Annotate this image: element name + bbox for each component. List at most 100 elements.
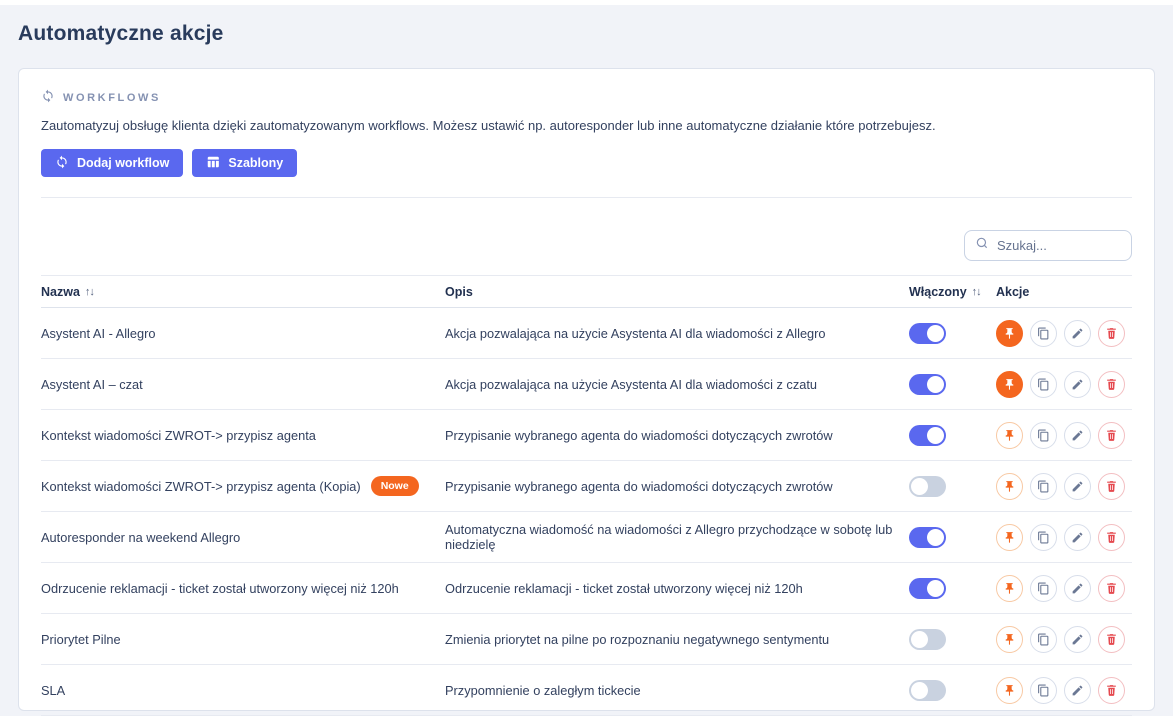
edit-button[interactable] [1064, 626, 1091, 653]
workflow-name: Kontekst wiadomości ZWROT-> przypisz age… [41, 479, 361, 494]
delete-button[interactable] [1098, 371, 1125, 398]
pin-icon [1003, 429, 1016, 442]
workflow-description: Automatyczna wiadomość na wiadomości z A… [445, 522, 909, 552]
workflow-description: Odrzucenie reklamacji - ticket został ut… [445, 581, 909, 596]
workflow-description: Akcja pozwalająca na użycie Asystenta AI… [445, 377, 909, 392]
delete-button[interactable] [1098, 473, 1125, 500]
delete-button[interactable] [1098, 575, 1125, 602]
pin-icon [1003, 327, 1016, 340]
pencil-icon [1071, 429, 1084, 442]
copy-icon [1037, 582, 1050, 595]
copy-button[interactable] [1030, 422, 1057, 449]
workflow-name: Priorytet Pilne [41, 632, 121, 647]
edit-button[interactable] [1064, 320, 1091, 347]
sort-icon[interactable]: ↑↓ [972, 286, 981, 298]
trash-icon [1105, 480, 1118, 493]
copy-icon [1037, 480, 1050, 493]
copy-button[interactable] [1030, 320, 1057, 347]
enabled-toggle[interactable] [909, 680, 946, 701]
pencil-icon [1071, 327, 1084, 340]
toggle-knob [911, 631, 928, 648]
header-description: Opis [445, 285, 909, 299]
delete-button[interactable] [1098, 422, 1125, 449]
add-workflow-button[interactable]: Dodaj workflow [41, 149, 183, 177]
copy-button[interactable] [1030, 473, 1057, 500]
pin-button[interactable] [996, 575, 1023, 602]
workflow-name: Asystent AI – czat [41, 377, 143, 392]
header-enabled[interactable]: Włączony ↑↓ [909, 285, 996, 299]
toggle-knob [927, 580, 944, 597]
copy-icon [1037, 531, 1050, 544]
copy-icon [1037, 684, 1050, 697]
pin-button[interactable] [996, 524, 1023, 551]
pin-button[interactable] [996, 473, 1023, 500]
copy-button[interactable] [1030, 371, 1057, 398]
trash-icon [1105, 327, 1118, 340]
trash-icon [1105, 582, 1118, 595]
pin-button[interactable] [996, 626, 1023, 653]
edit-button[interactable] [1064, 371, 1091, 398]
trash-icon [1105, 378, 1118, 391]
search-input[interactable] [997, 238, 1121, 253]
workflow-description: Zmienia priorytet na pilne po rozpoznani… [445, 632, 909, 647]
table-row: Priorytet Pilne Zmienia priorytet na pil… [41, 614, 1132, 665]
delete-button[interactable] [1098, 320, 1125, 347]
edit-button[interactable] [1064, 677, 1091, 704]
workflow-name: Odrzucenie reklamacji - ticket został ut… [41, 581, 399, 596]
edit-button[interactable] [1064, 422, 1091, 449]
enabled-toggle[interactable] [909, 374, 946, 395]
section-label-text: WORKFLOWS [63, 92, 161, 104]
pin-button[interactable] [996, 371, 1023, 398]
search-box[interactable] [964, 230, 1132, 261]
pin-button[interactable] [996, 320, 1023, 347]
delete-button[interactable] [1098, 677, 1125, 704]
sort-icon[interactable]: ↑↓ [85, 286, 94, 298]
enabled-toggle[interactable] [909, 476, 946, 497]
table-row: Kontekst wiadomości ZWROT-> przypisz age… [41, 461, 1132, 512]
workflow-description: Przypomnienie o zaległym tickecie [445, 683, 909, 698]
pencil-icon [1071, 684, 1084, 697]
button-row: Dodaj workflow Szablony [41, 149, 1132, 177]
delete-button[interactable] [1098, 524, 1125, 551]
pencil-icon [1071, 480, 1084, 493]
toggle-knob [911, 682, 928, 699]
header-actions: Akcje [996, 285, 1132, 299]
search-row [41, 230, 1132, 261]
toggle-knob [927, 376, 944, 393]
copy-icon [1037, 378, 1050, 391]
enabled-toggle[interactable] [909, 425, 946, 446]
pin-button[interactable] [996, 422, 1023, 449]
table-row: SLA Przypomnienie o zaległym tickecie [41, 665, 1132, 716]
trash-icon [1105, 429, 1118, 442]
pin-icon [1003, 531, 1016, 544]
copy-button[interactable] [1030, 524, 1057, 551]
pin-icon [1003, 582, 1016, 595]
enabled-toggle[interactable] [909, 323, 946, 344]
edit-button[interactable] [1064, 575, 1091, 602]
search-icon [975, 236, 989, 255]
copy-button[interactable] [1030, 626, 1057, 653]
workflow-description: Przypisanie wybranego agenta do wiadomoś… [445, 428, 909, 443]
enabled-toggle[interactable] [909, 527, 946, 548]
table-row: Autoresponder na weekend Allegro Automat… [41, 512, 1132, 563]
table-row: Odrzucenie reklamacji - ticket został ut… [41, 563, 1132, 614]
panel-divider [41, 197, 1132, 198]
delete-button[interactable] [1098, 626, 1125, 653]
table-row: Asystent AI - Allegro Akcja pozwalająca … [41, 308, 1132, 359]
pin-button[interactable] [996, 677, 1023, 704]
enabled-toggle[interactable] [909, 629, 946, 650]
workflow-name: Asystent AI - Allegro [41, 326, 156, 341]
pencil-icon [1071, 582, 1084, 595]
edit-button[interactable] [1064, 524, 1091, 551]
copy-button[interactable] [1030, 575, 1057, 602]
toggle-knob [927, 427, 944, 444]
new-badge: Nowe [371, 476, 419, 496]
header-name[interactable]: Nazwa ↑↓ [41, 285, 445, 299]
trash-icon [1105, 633, 1118, 646]
edit-button[interactable] [1064, 473, 1091, 500]
table-row: Asystent AI – czat Akcja pozwalająca na … [41, 359, 1132, 410]
pin-icon [1003, 633, 1016, 646]
enabled-toggle[interactable] [909, 578, 946, 599]
templates-button[interactable]: Szablony [192, 149, 297, 177]
copy-button[interactable] [1030, 677, 1057, 704]
